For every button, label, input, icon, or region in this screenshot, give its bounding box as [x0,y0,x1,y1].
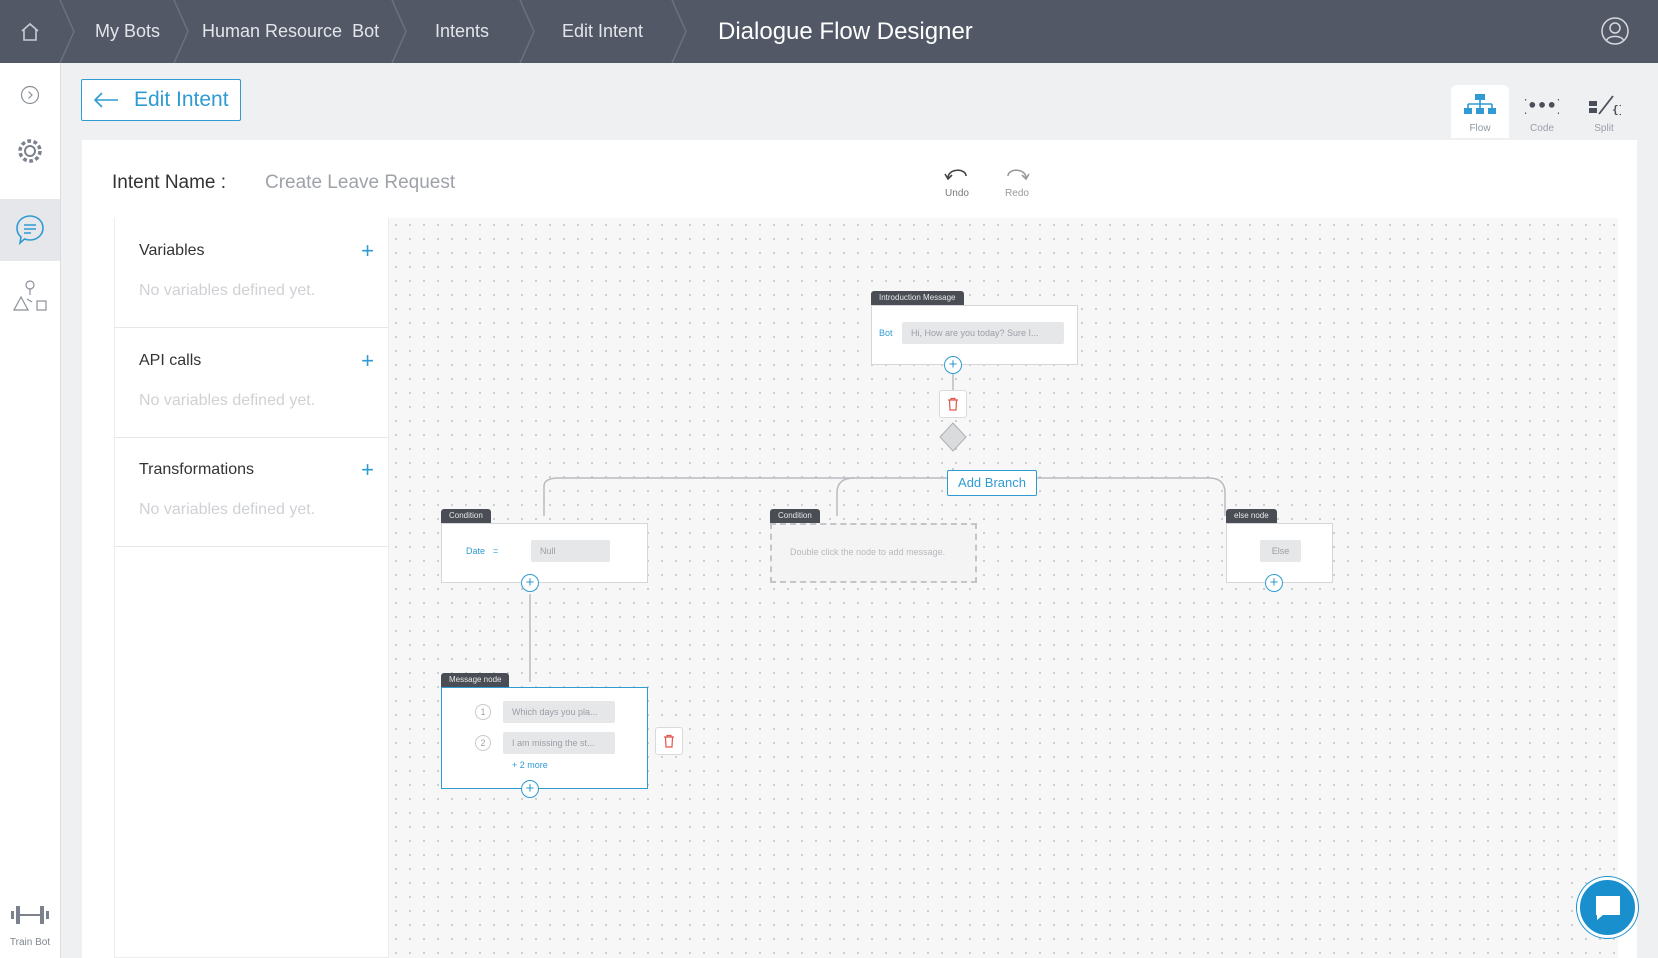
chevron-right-circle-icon [20,85,40,105]
svg-text:{•••}: {•••} [1525,96,1559,115]
condition-variable: Date [466,546,486,556]
condition-node-date[interactable]: Date = Null [441,523,648,583]
home-icon [21,22,39,41]
intro-message-text[interactable]: Hi, How are you today? Sure I... [902,322,1064,344]
intent-name-label: Intent Name : [112,172,227,193]
chat-bubble-icon [16,215,44,246]
resources-panel: Variables + No variables defined yet. AP… [114,218,389,958]
empty-node-hint: Double click the node to add message. [790,547,946,557]
message-node[interactable]: 1 Which days you pla... 2 I am missing t… [441,687,648,789]
variables-section: Variables + No variables defined yet. [115,218,388,328]
message-item[interactable]: I am missing the st... [503,732,615,754]
sidebar-expand-button[interactable] [0,80,60,110]
add-transformation-button[interactable]: + [361,457,374,483]
user-icon [1601,17,1629,45]
intro-speaker: Bot [879,328,893,338]
condition-node-empty[interactable]: Double click the node to add message. [770,523,977,583]
transformations-title: Transformations [139,461,254,478]
sidebar-item-entities[interactable] [0,276,60,316]
message-number: 1 [475,704,491,720]
else-node[interactable]: Else [1226,523,1333,583]
condition-value[interactable]: Null [531,540,610,562]
intro-message-node[interactable]: Bot Hi, How are you today? Sure I... [871,305,1078,365]
top-bar: My Bots Human Resource Bot Intents Edit … [0,0,1658,63]
split-icon: {} [1589,95,1625,116]
else-value[interactable]: Else [1260,540,1301,562]
edit-intent-back-button[interactable]: Edit Intent [81,79,241,121]
api-calls-empty-text: No variables defined yet. [139,392,316,409]
code-icon: {•••} [1518,96,1566,115]
breadcrumb-human-resource-bot[interactable]: Human Resource Bot [202,0,379,63]
breadcrumb-separator [59,0,75,63]
more-messages-link[interactable]: + 2 more [512,760,548,770]
delete-node-button[interactable] [939,390,967,418]
sidebar-item-settings[interactable] [0,134,60,168]
transformations-section: Transformations + No variables defined y… [115,437,388,547]
breadcrumb-separator [173,0,189,63]
svg-text:{}: {} [1612,103,1621,116]
add-node-button[interactable]: + [521,574,539,592]
left-sidebar: Train Bot [0,63,61,958]
view-flow-label: Flow [1469,123,1491,134]
variables-title: Variables [139,242,205,259]
undo-label: Undo [945,188,969,199]
delete-node-button[interactable] [655,727,683,755]
message-node-tag: Message node [441,673,510,687]
breadcrumb-my-bots[interactable]: My Bots [95,0,160,63]
redo-icon [1007,169,1030,181]
message-number: 2 [475,735,491,751]
breadcrumb-separator [671,0,687,63]
trash-icon [664,734,674,748]
view-split-tab[interactable]: {} Split [1575,85,1633,138]
view-split-label: Split [1594,123,1614,134]
home-button[interactable] [0,0,60,63]
gear-icon [18,139,42,163]
add-node-button[interactable]: + [521,780,539,798]
edit-intent-label: Edit Intent [134,88,229,111]
breadcrumb-edit-intent[interactable]: Edit Intent [562,0,643,63]
redo-button[interactable]: Redo [997,162,1037,199]
arrow-left-icon [93,92,118,108]
trash-icon [948,397,958,411]
intent-name-field[interactable]: Create Leave Request [265,172,455,194]
view-flow-tab[interactable]: Flow [1451,85,1509,138]
breadcrumb-intents[interactable]: Intents [435,0,489,63]
transformations-empty-text: No variables defined yet. [139,501,316,518]
train-bot-button[interactable] [0,897,60,933]
else-node-tag: else node [1226,509,1277,523]
variables-empty-text: No variables defined yet. [139,282,316,299]
redo-label: Redo [1005,188,1029,199]
condition-node-tag: Condition [770,509,820,523]
view-switcher: Flow {•••} Code {} Split [1451,85,1635,138]
shapes-icon [12,280,47,311]
add-node-button[interactable]: + [944,356,962,374]
sidebar-item-dialogue[interactable] [0,199,60,261]
chat-icon [1595,895,1620,920]
undo-icon [944,169,967,181]
dumbbell-icon [11,906,49,924]
condition-node-tag: Condition [441,509,491,523]
flow-icon [1464,94,1496,114]
api-calls-section: API calls + No variables defined yet. [115,328,388,438]
flow-canvas[interactable]: Introduction Message Bot Hi, How are you… [389,218,1618,958]
message-item[interactable]: Which days you pla... [503,701,615,723]
page-title: Dialogue Flow Designer [718,18,973,45]
chat-widget-button[interactable] [1577,877,1638,938]
breadcrumb-separator [519,0,535,63]
condition-operator: = [493,546,499,556]
intent-editor-card: Intent Name : Create Leave Request Undo … [82,140,1637,958]
view-code-label: Code [1530,123,1554,134]
intro-node-tag: Introduction Message [871,291,964,305]
add-branch-button[interactable]: Add Branch [947,470,1037,496]
user-profile-button[interactable] [1600,16,1630,46]
api-calls-title: API calls [139,352,202,369]
view-code-tab[interactable]: {•••} Code [1513,85,1571,138]
breadcrumb-separator [391,0,407,63]
undo-button[interactable]: Undo [937,162,977,199]
add-api-call-button[interactable]: + [361,348,374,374]
add-variable-button[interactable]: + [361,238,374,264]
add-node-button[interactable]: + [1265,574,1283,592]
train-bot-label: Train Bot [9,937,51,948]
